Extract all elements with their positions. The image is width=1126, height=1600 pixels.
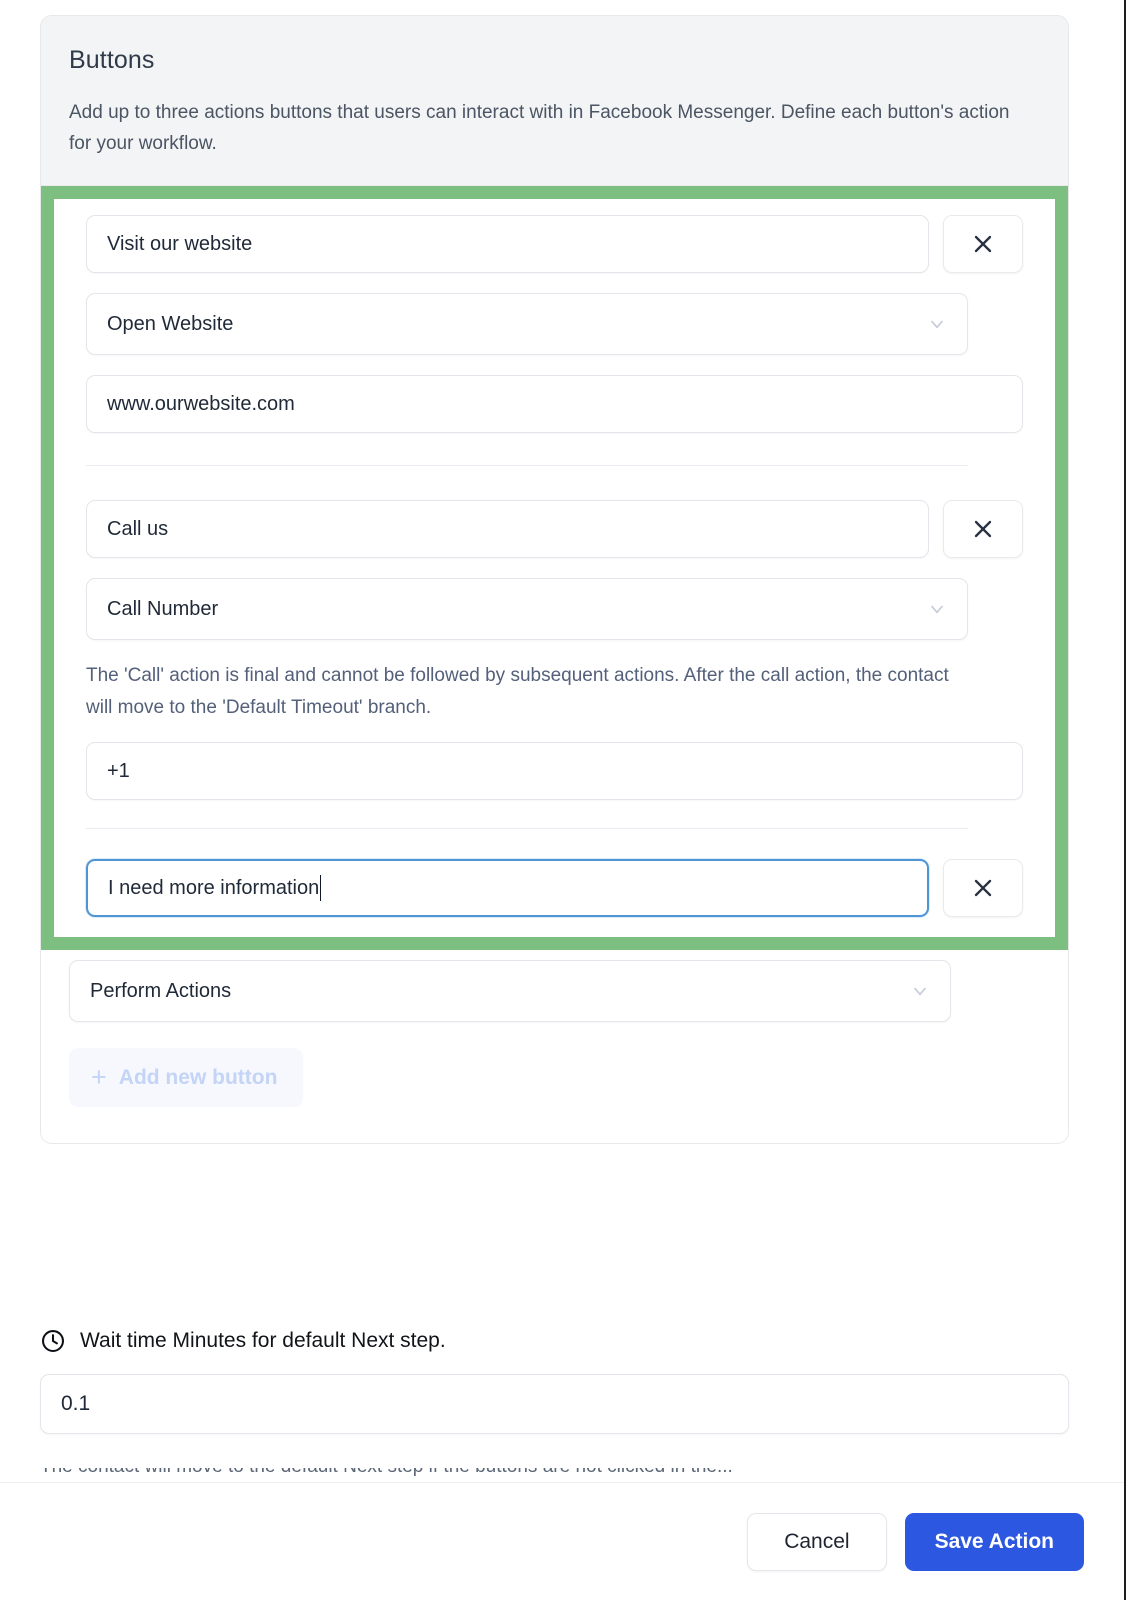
buttons-card-body: Visit our website Open Website www.ourwe… bbox=[41, 186, 1068, 1143]
buttons-card-footer-area: Perform Actions + Add new button bbox=[41, 950, 1068, 1143]
button-2-action-select[interactable]: Call Number bbox=[86, 578, 968, 640]
wait-time-label: Wait time Minutes for default Next step. bbox=[80, 1329, 446, 1352]
button-1-label-row: Visit our website bbox=[86, 215, 1023, 273]
highlighted-buttons-region: Visit our website Open Website www.ourwe… bbox=[41, 186, 1068, 950]
button-3-label-row: I need more information bbox=[86, 859, 1023, 917]
button-2-label-input[interactable]: Call us bbox=[86, 500, 929, 558]
button-2-phone-row: +1 bbox=[86, 742, 1023, 800]
button-config-3: I need more information bbox=[86, 859, 1023, 917]
wait-time-label-row: Wait time Minutes for default Next step. bbox=[40, 1328, 1069, 1354]
chevron-down-icon bbox=[931, 605, 943, 614]
wait-time-hint-clipped: The contact will move to the default Nex… bbox=[40, 1468, 1069, 1482]
panel-description: Add up to three actions buttons that use… bbox=[69, 102, 1010, 154]
wait-time-hint-text: The contact will move to the default Nex… bbox=[40, 1468, 1069, 1482]
button-2-phone-input[interactable]: +1 bbox=[86, 742, 1023, 800]
button-config-2: Call us Call Number The 'Call' action is… bbox=[86, 500, 1023, 800]
button-1-url-input[interactable]: www.ourwebsite.com bbox=[86, 375, 1023, 433]
wait-time-value: 0.1 bbox=[61, 1392, 91, 1415]
button-3-action-select[interactable]: Perform Actions bbox=[69, 960, 951, 1022]
group-divider-1 bbox=[86, 465, 968, 466]
button-1-label-value: Visit our website bbox=[107, 232, 253, 255]
button-config-1: Visit our website Open Website www.ourwe… bbox=[86, 215, 1023, 433]
button-1-url-row: www.ourwebsite.com bbox=[86, 375, 1023, 433]
close-icon bbox=[974, 879, 992, 897]
button-2-label-row: Call us bbox=[86, 500, 1023, 558]
buttons-card: Buttons Add up to three actions buttons … bbox=[40, 15, 1069, 1144]
text-caret bbox=[320, 875, 322, 901]
button-1-action-select[interactable]: Open Website bbox=[86, 293, 968, 355]
add-new-button-label: Add new button bbox=[118, 1065, 278, 1089]
button-1-label-input[interactable]: Visit our website bbox=[86, 215, 929, 273]
page-title: Buttons bbox=[69, 46, 155, 74]
wait-time-input[interactable]: 0.1 bbox=[40, 1374, 1069, 1434]
add-new-button[interactable]: + Add new button bbox=[69, 1048, 304, 1107]
plus-icon: + bbox=[91, 1062, 107, 1092]
button-3-label-input[interactable]: I need more information bbox=[86, 859, 929, 917]
save-action-button[interactable]: Save Action bbox=[904, 1512, 1084, 1571]
button-1-action-value: Open Website bbox=[107, 312, 234, 335]
group-divider-2 bbox=[86, 828, 968, 829]
chevron-down-icon bbox=[914, 987, 926, 996]
buttons-card-header: Buttons Add up to three actions buttons … bbox=[41, 16, 1068, 186]
button-3-label-value: I need more information bbox=[108, 876, 320, 899]
button-2-phone-value: +1 bbox=[107, 759, 130, 782]
clock-icon bbox=[42, 1330, 64, 1352]
call-action-note: The 'Call' action is final and cannot be… bbox=[86, 665, 949, 718]
button-3-action-value: Perform Actions bbox=[90, 979, 232, 1002]
close-icon bbox=[974, 520, 992, 538]
close-icon bbox=[974, 235, 992, 253]
button-2-remove-button[interactable] bbox=[943, 500, 1023, 558]
action-editor-panel: Buttons Add up to three actions buttons … bbox=[0, 0, 1126, 1600]
wait-time-section: Wait time Minutes for default Next step.… bbox=[40, 1328, 1069, 1434]
button-2-action-value: Call Number bbox=[107, 597, 219, 620]
chevron-down-icon bbox=[931, 320, 943, 329]
button-3-remove-button[interactable] bbox=[943, 859, 1023, 917]
button-1-url-value: www.ourwebsite.com bbox=[107, 392, 295, 415]
dialog-footer: Cancel Save Action bbox=[0, 1483, 1124, 1600]
cancel-button[interactable]: Cancel bbox=[747, 1512, 887, 1571]
button-1-remove-button[interactable] bbox=[943, 215, 1023, 273]
button-2-label-value: Call us bbox=[107, 517, 169, 540]
